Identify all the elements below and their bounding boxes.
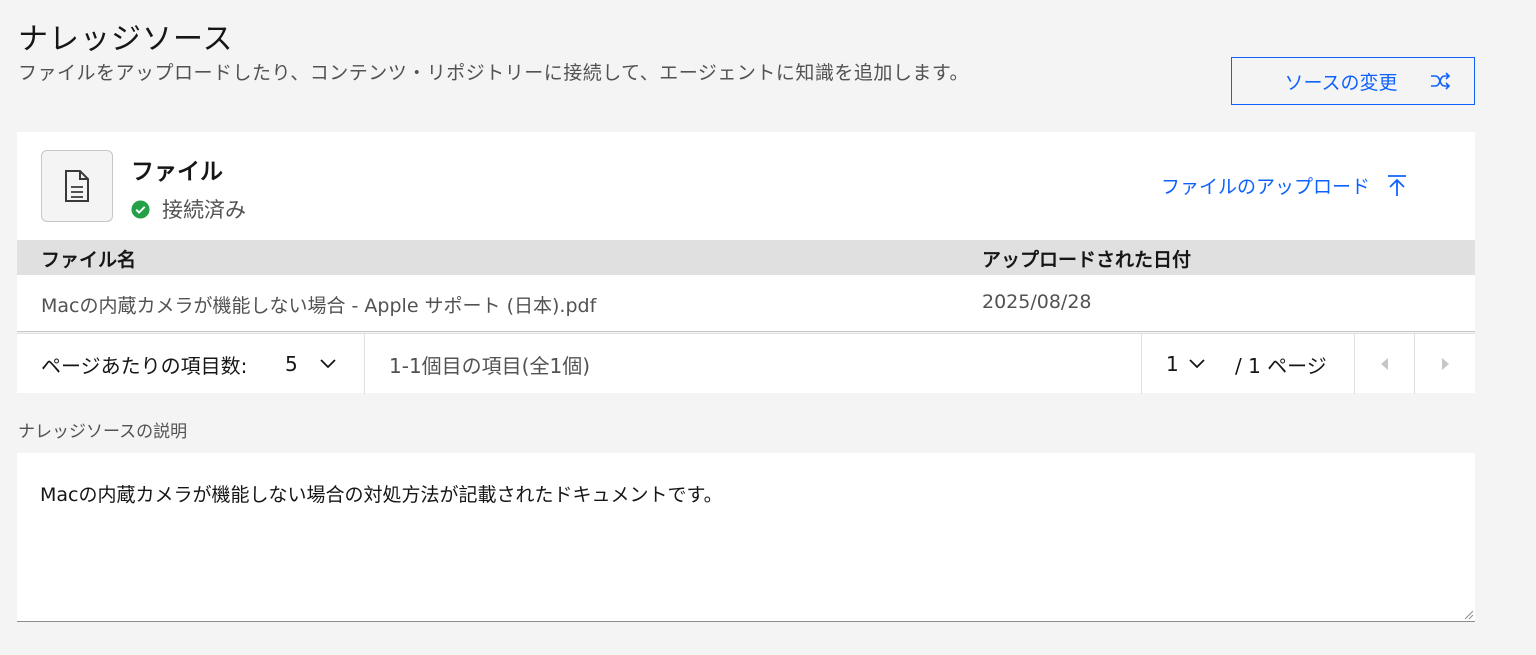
shuffle-icon bbox=[1431, 72, 1451, 90]
upload-icon bbox=[1388, 174, 1407, 196]
next-page-button[interactable] bbox=[1415, 334, 1475, 394]
chevron-down-icon bbox=[1189, 359, 1205, 369]
file-name-cell: Macの内蔵カメラが機能しない場合 - Apple サポート (日本).pdf bbox=[41, 295, 597, 317]
column-header-filename[interactable]: ファイル名 bbox=[41, 245, 136, 272]
file-source-card: ファイル 接続済み ファイルのアップロード bbox=[17, 132, 1475, 240]
total-pages: / 1 ページ bbox=[1235, 334, 1327, 394]
table-row[interactable]: Macの内蔵カメラが機能しない場合 - Apple サポート (日本).pdf … bbox=[17, 275, 1475, 332]
chevron-down-icon bbox=[320, 359, 336, 369]
upload-file-label: ファイルのアップロード bbox=[1161, 176, 1371, 198]
items-per-page-select[interactable]: 5 bbox=[285, 334, 336, 394]
items-per-page-label: ページあたりの項目数: bbox=[41, 353, 248, 378]
items-per-page-value: 5 bbox=[285, 352, 298, 376]
caret-right-icon bbox=[1442, 358, 1449, 370]
caret-left-icon bbox=[1381, 358, 1388, 370]
items-per-page: ページあたりの項目数: bbox=[41, 334, 247, 394]
checkmark-filled-icon bbox=[131, 199, 150, 219]
resize-handle-icon[interactable] bbox=[1464, 610, 1474, 620]
total-pages-text: / 1 ページ bbox=[1235, 353, 1327, 378]
description-text: Macの内蔵カメラが機能しない場合の対処方法が記載されたドキュメントです。 bbox=[40, 484, 723, 506]
current-page-value: 1 bbox=[1166, 352, 1179, 376]
item-range: 1-1個目の項目(全1個) bbox=[389, 334, 590, 394]
table-header: ファイル名 アップロードされた日付 bbox=[17, 240, 1475, 275]
file-icon-tile bbox=[41, 150, 113, 222]
divider bbox=[364, 334, 365, 394]
connection-status: 接続済み bbox=[131, 194, 246, 224]
item-range-text: 1-1個目の項目(全1個) bbox=[389, 353, 590, 378]
change-source-label: ソースの変更 bbox=[1284, 72, 1398, 94]
description-field-label: ナレッジソースの説明 bbox=[18, 422, 188, 442]
previous-page-button[interactable] bbox=[1355, 334, 1415, 394]
source-type-title: ファイル bbox=[131, 159, 223, 185]
pagination: ページあたりの項目数: 5 1-1個目の項目(全1個) 1 / 1 ページ bbox=[17, 333, 1475, 394]
change-source-button[interactable]: ソースの変更 bbox=[1231, 57, 1475, 105]
document-icon bbox=[65, 170, 89, 202]
page-title: ナレッジソース bbox=[18, 22, 234, 57]
column-header-upload-date[interactable]: アップロードされた日付 bbox=[982, 245, 1191, 272]
page-select[interactable]: 1 bbox=[1166, 334, 1205, 394]
upload-date-cell: 2025/08/28 bbox=[982, 291, 1092, 313]
divider bbox=[1141, 334, 1142, 394]
page-description: ファイルをアップロードしたり、コンテンツ・リポジトリーに接続して、エージェントに… bbox=[18, 62, 969, 84]
description-textarea[interactable]: Macの内蔵カメラが機能しない場合の対処方法が記載されたドキュメントです。 bbox=[17, 453, 1475, 622]
upload-file-button[interactable]: ファイルのアップロード bbox=[1161, 172, 1408, 199]
status-label: 接続済み bbox=[162, 198, 246, 222]
